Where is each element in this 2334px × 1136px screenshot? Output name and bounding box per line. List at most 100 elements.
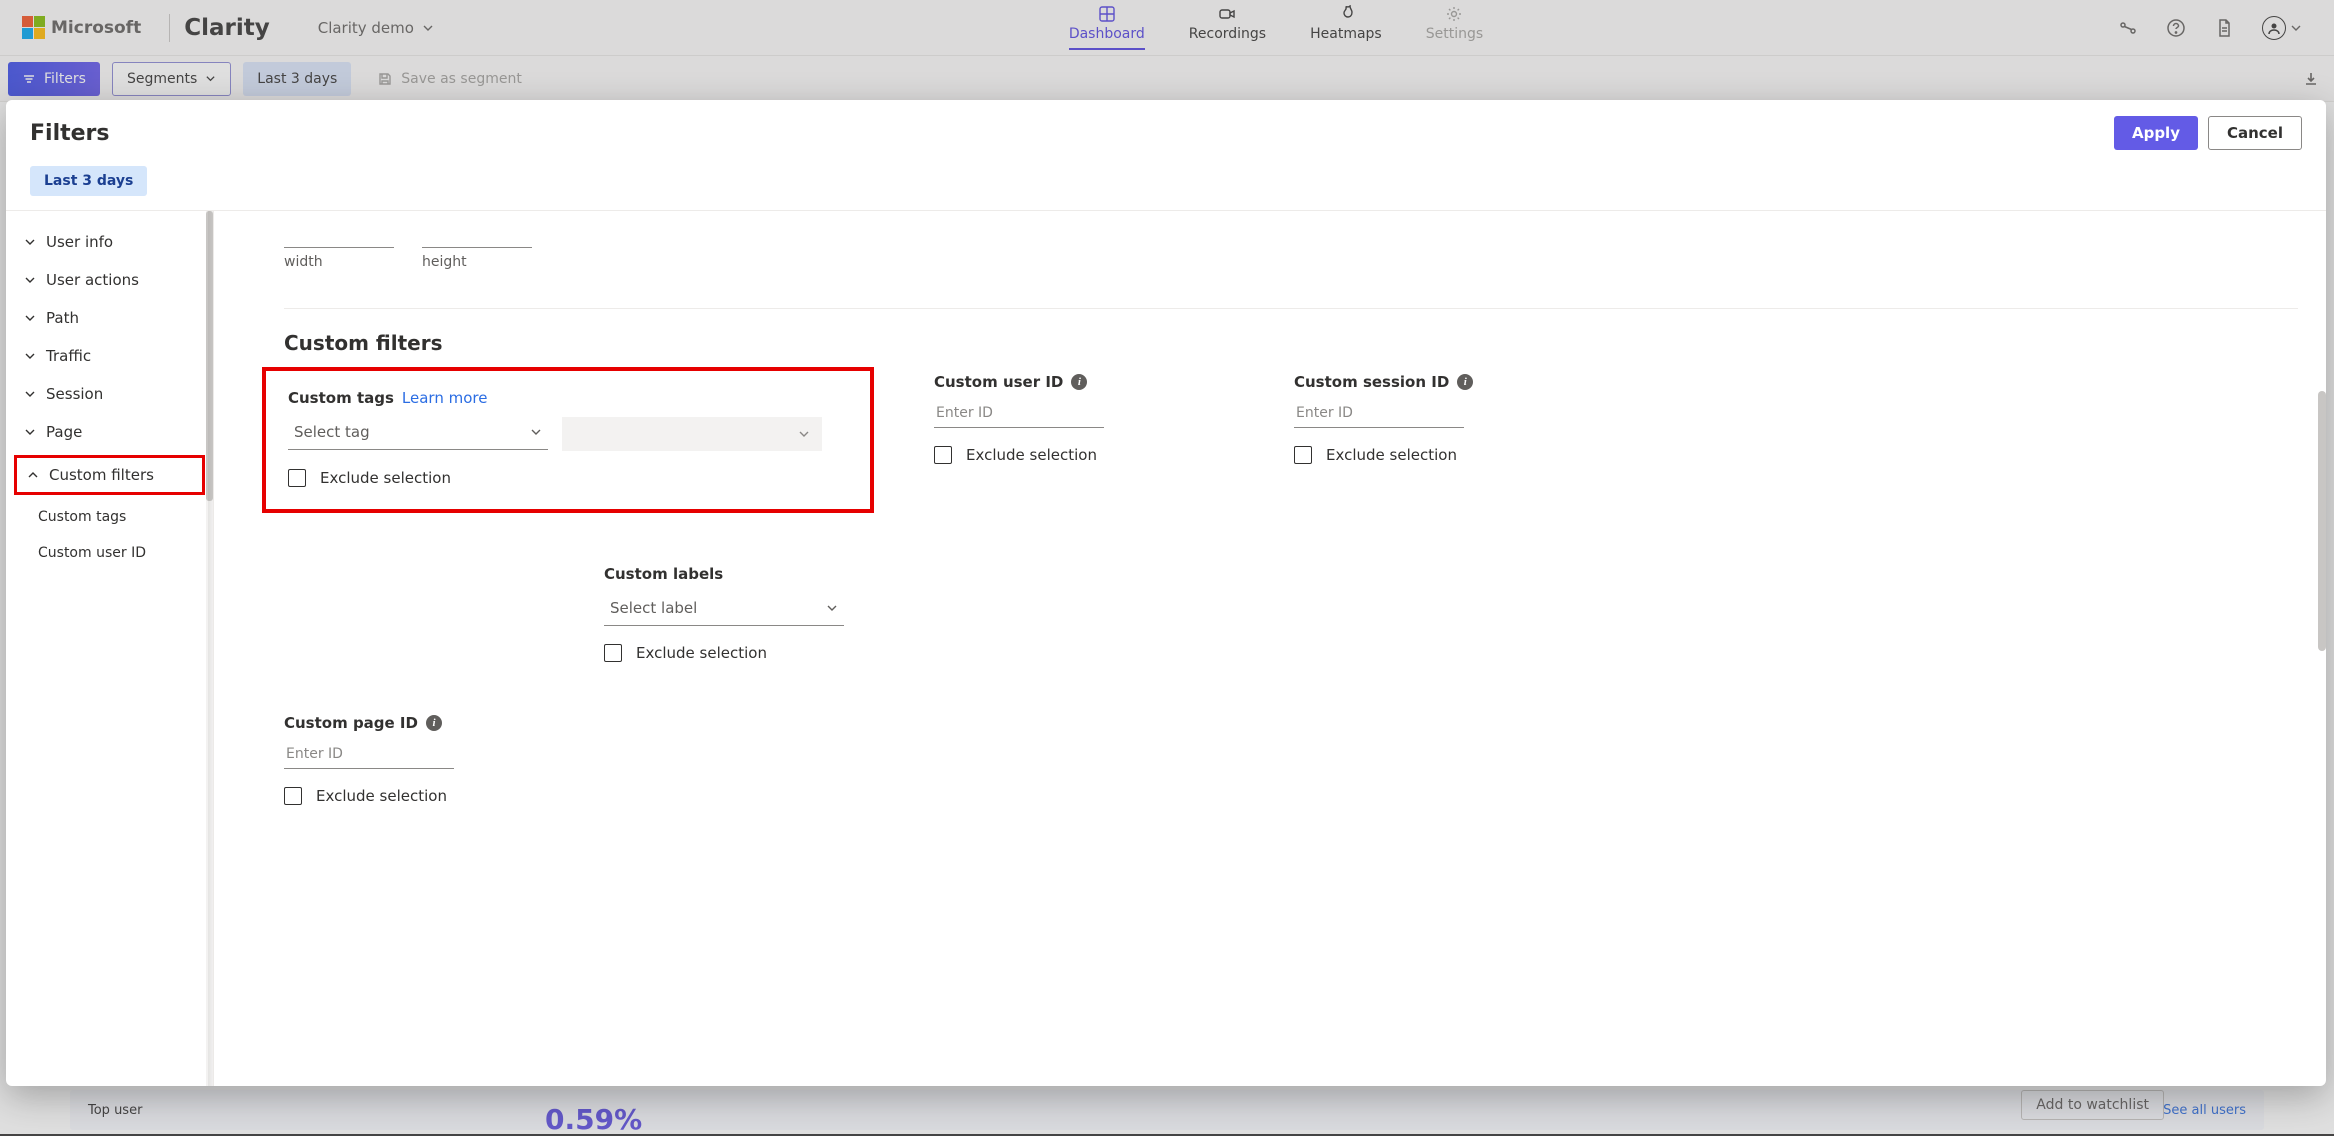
- date-range-chip[interactable]: Last 3 days: [243, 62, 351, 96]
- main-nav: Dashboard Recordings Heatmaps Settings: [434, 5, 2118, 50]
- nav-settings[interactable]: Settings: [1426, 5, 1483, 50]
- sidebar-sub-custom-user-id[interactable]: Custom user ID: [6, 535, 213, 571]
- nav-recordings[interactable]: Recordings: [1189, 5, 1266, 50]
- filter-sidebar: User info User actions Path Traffic Sess…: [6, 211, 214, 1086]
- sidebar-scrollbar-thumb[interactable]: [206, 211, 213, 501]
- project-picker[interactable]: Clarity demo: [318, 19, 434, 37]
- save-segment-button[interactable]: Save as segment: [363, 62, 536, 96]
- sidebar-item-label: Path: [46, 309, 79, 327]
- filters-label: Filters: [44, 71, 86, 87]
- sidebar-item-user-actions[interactable]: User actions: [6, 261, 213, 299]
- download-icon[interactable]: [2302, 70, 2320, 88]
- sidebar-item-label: Session: [46, 385, 103, 403]
- company-wordmark: Microsoft: [51, 18, 141, 38]
- select-label-placeholder: Select label: [610, 599, 697, 617]
- exclude-page-id-label: Exclude selection: [316, 787, 447, 805]
- avatar-icon: [2262, 16, 2286, 40]
- nav-heatmaps-label: Heatmaps: [1310, 26, 1382, 42]
- custom-session-id-input[interactable]: [1294, 401, 1464, 428]
- height-input[interactable]: [422, 221, 532, 248]
- custom-session-id-label: Custom session ID: [1294, 373, 1449, 391]
- custom-labels-block: Custom labels Select label Exclude selec…: [604, 565, 864, 662]
- segments-label: Segments: [127, 71, 197, 87]
- modal-chip-row: Last 3 days: [6, 158, 2326, 211]
- info-icon[interactable]: i: [426, 715, 442, 731]
- topbar-actions: [2118, 16, 2302, 40]
- exclude-user-id-checkbox[interactable]: [934, 446, 952, 464]
- custom-tags-label: Custom tags: [288, 389, 394, 407]
- content-scrollbar-thumb[interactable]: [2318, 391, 2326, 651]
- range-chip[interactable]: Last 3 days: [30, 166, 147, 196]
- custom-page-id-label: Custom page ID: [284, 714, 418, 732]
- width-label: width: [284, 254, 394, 270]
- screen-size-row: width height: [284, 221, 2298, 270]
- exclude-labels-label: Exclude selection: [636, 644, 767, 662]
- exclude-session-id-checkbox[interactable]: [1294, 446, 1312, 464]
- section-divider: [284, 308, 2298, 309]
- chevron-down-icon: [24, 236, 36, 248]
- custom-tags-block: Custom tags Learn more Select tag: [262, 367, 874, 513]
- product-name: Clarity: [184, 15, 270, 41]
- select-tag-value-dropdown[interactable]: [562, 417, 822, 451]
- document-icon[interactable]: [2214, 18, 2234, 38]
- custom-labels-label: Custom labels: [604, 565, 723, 583]
- filters-button[interactable]: Filters: [8, 62, 100, 96]
- sidebar-item-traffic[interactable]: Traffic: [6, 337, 213, 375]
- chevron-down-icon: [826, 602, 838, 614]
- sidebar-sub-custom-tags[interactable]: Custom tags: [6, 499, 213, 535]
- help-icon[interactable]: [2166, 18, 2186, 38]
- apply-button[interactable]: Apply: [2114, 116, 2198, 150]
- cancel-button[interactable]: Cancel: [2208, 116, 2302, 150]
- exclude-page-id-checkbox[interactable]: [284, 787, 302, 805]
- date-range-label: Last 3 days: [257, 71, 337, 87]
- flame-icon: [1337, 5, 1355, 23]
- select-label-dropdown[interactable]: Select label: [604, 593, 844, 626]
- sidebar-item-label: Page: [46, 423, 82, 441]
- nav-heatmaps[interactable]: Heatmaps: [1310, 5, 1382, 50]
- exclude-labels-checkbox[interactable]: [604, 644, 622, 662]
- chevron-down-icon: [2290, 22, 2302, 34]
- custom-page-id-input[interactable]: [284, 742, 454, 769]
- see-all-users-link[interactable]: See all users: [2163, 1103, 2246, 1118]
- sidebar-item-custom-filters[interactable]: Custom filters: [14, 455, 205, 495]
- modal-body: User info User actions Path Traffic Sess…: [6, 211, 2326, 1086]
- nav-recordings-label: Recordings: [1189, 26, 1266, 42]
- exclude-user-id-label: Exclude selection: [966, 446, 1097, 464]
- gear-icon: [1445, 5, 1463, 23]
- info-icon[interactable]: i: [1457, 374, 1473, 390]
- custom-user-id-label: Custom user ID: [934, 373, 1063, 391]
- sidebar-scrollbar-track: [206, 211, 213, 1086]
- filters-modal: Filters Apply Cancel Last 3 days User in…: [6, 100, 2326, 1086]
- custom-user-id-input[interactable]: [934, 401, 1104, 428]
- sidebar-item-label: Custom filters: [49, 466, 154, 484]
- custom-filters-grid: Custom tags Learn more Select tag: [284, 373, 2298, 805]
- project-name: Clarity demo: [318, 19, 414, 37]
- width-input[interactable]: [284, 221, 394, 248]
- connect-icon[interactable]: [2118, 18, 2138, 38]
- microsoft-logo-icon: [22, 16, 45, 39]
- sidebar-item-session[interactable]: Session: [6, 375, 213, 413]
- modal-header: Filters Apply Cancel: [6, 100, 2326, 158]
- learn-more-link[interactable]: Learn more: [402, 389, 488, 407]
- modal-actions: Apply Cancel: [2114, 116, 2302, 150]
- nav-dashboard[interactable]: Dashboard: [1069, 5, 1145, 50]
- custom-session-id-block: Custom session ID i Exclude selection: [1294, 373, 1594, 464]
- sidebar-item-user-info[interactable]: User info: [6, 223, 213, 261]
- filter-icon: [22, 72, 36, 86]
- chevron-down-icon: [24, 350, 36, 362]
- select-tag-dropdown[interactable]: Select tag: [288, 417, 548, 450]
- segments-button[interactable]: Segments: [112, 62, 231, 96]
- add-watchlist-button[interactable]: Add to watchlist: [2021, 1090, 2164, 1120]
- exclude-session-id-label: Exclude selection: [1326, 446, 1457, 464]
- nav-settings-label: Settings: [1426, 26, 1483, 42]
- info-icon[interactable]: i: [1071, 374, 1087, 390]
- sidebar-item-page[interactable]: Page: [6, 413, 213, 451]
- sidebar-item-path[interactable]: Path: [6, 299, 213, 337]
- exclude-tags-checkbox[interactable]: [288, 469, 306, 487]
- filter-bar: Filters Segments Last 3 days Save as seg…: [0, 56, 2334, 102]
- chevron-down-icon: [24, 274, 36, 286]
- top-user-label: Top user: [88, 1103, 142, 1118]
- account-menu[interactable]: [2262, 16, 2302, 40]
- sidebar-item-label: User info: [46, 233, 113, 251]
- custom-user-id-block: Custom user ID i Exclude selection: [934, 373, 1234, 464]
